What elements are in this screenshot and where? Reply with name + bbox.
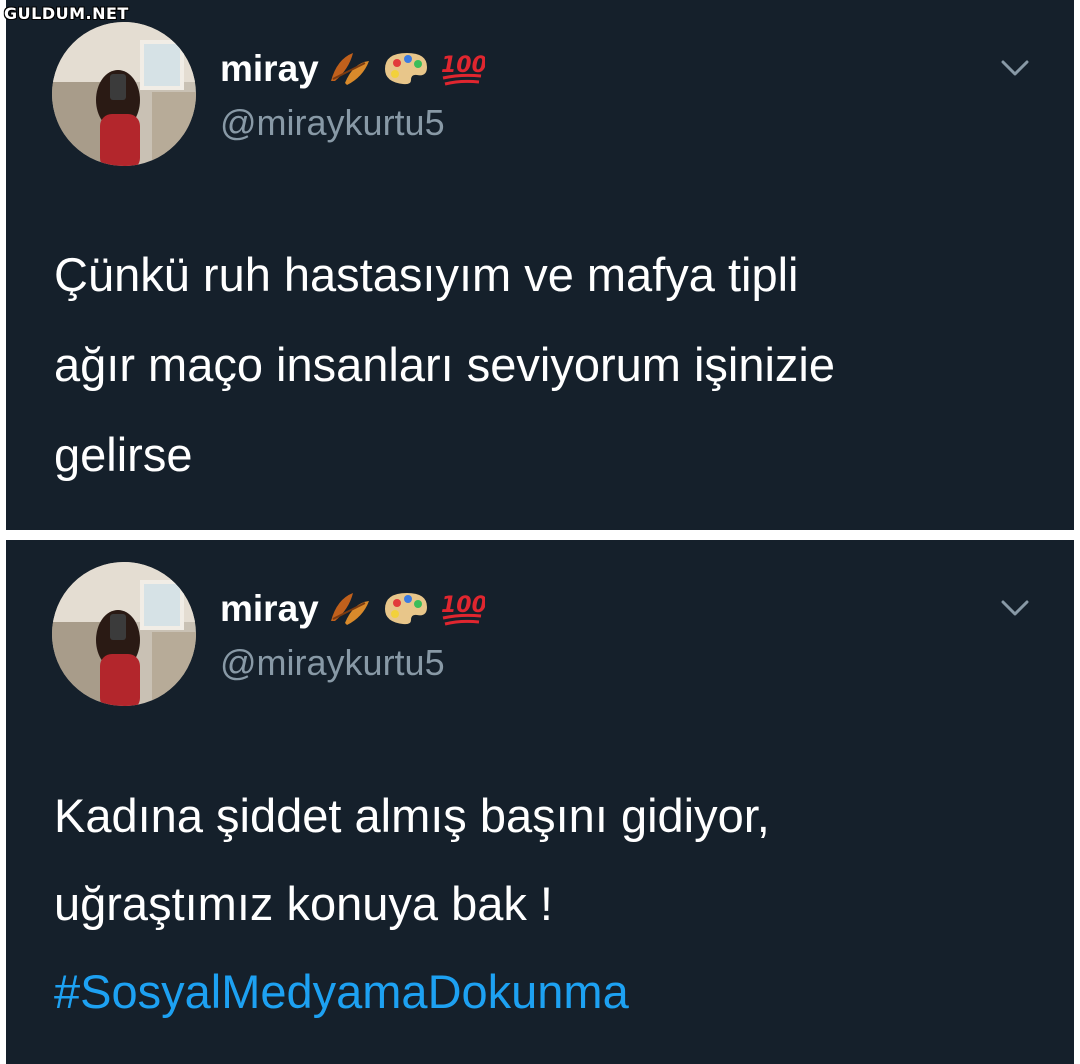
avatar[interactable] — [52, 22, 196, 166]
hundred-points-icon: 100 — [439, 586, 487, 633]
avatar[interactable] — [52, 562, 196, 706]
display-name[interactable]: miray — [220, 584, 319, 634]
site-watermark: GULDUM.NET — [4, 4, 129, 23]
fallen-leaf-icon — [327, 587, 373, 632]
user-handle[interactable]: @miraykurtu5 — [220, 640, 445, 686]
chevron-down-icon[interactable] — [1000, 598, 1030, 618]
artist-palette-icon — [381, 47, 431, 92]
tweet-text-line: uğraştımız konuya bak ! — [54, 877, 553, 930]
name-row: miray 100 — [220, 584, 487, 634]
chevron-down-icon[interactable] — [1000, 58, 1030, 78]
tweet-text-line: ağır maço insanları seviyorum işinizie — [54, 338, 836, 391]
fallen-leaf-icon — [327, 47, 373, 92]
hashtag-link[interactable]: #SosyalMedyamaDokunma — [54, 948, 1044, 1036]
display-name[interactable]: miray — [220, 44, 319, 94]
artist-palette-icon — [381, 587, 431, 632]
user-handle[interactable]: @miraykurtu5 — [220, 100, 445, 146]
tweet-card[interactable]: miray 100 @miraykurtu5 — [6, 540, 1074, 1064]
tweet-card[interactable]: miray 100 @miraykurtu5 — [6, 0, 1074, 530]
tweet-text-line: Çünkü ruh hastasıyım ve mafya tipli — [54, 248, 799, 301]
tweet-text-line: gelirse — [54, 428, 193, 481]
tweet-text: Çünkü ruh hastasıyım ve mafya tipli ağır… — [54, 230, 1044, 500]
hundred-points-icon: 100 — [439, 46, 487, 93]
tweet-text-line: Kadına şiddet almış başını gidiyor, — [54, 789, 770, 842]
name-row: miray 100 — [220, 44, 487, 94]
tweet-text: Kadına şiddet almış başını gidiyor, uğra… — [54, 772, 1044, 1036]
